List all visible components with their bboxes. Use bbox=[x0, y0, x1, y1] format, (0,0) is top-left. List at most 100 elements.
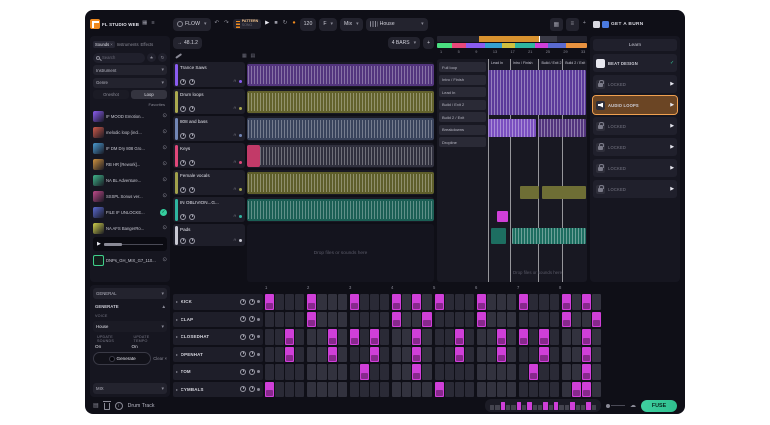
step-cell[interactable] bbox=[285, 294, 294, 310]
add-to-project-icon[interactable]: ⊙ bbox=[162, 193, 167, 199]
step-cell[interactable] bbox=[265, 347, 274, 363]
star-button[interactable]: ★ bbox=[147, 53, 156, 62]
song-minimap[interactable] bbox=[437, 36, 587, 48]
step-cell[interactable] bbox=[592, 294, 601, 310]
step-cell[interactable] bbox=[477, 312, 486, 328]
step-cell[interactable] bbox=[360, 312, 369, 328]
audio-clip[interactable] bbox=[247, 91, 434, 113]
step-cell[interactable] bbox=[562, 329, 571, 345]
track-header[interactable]: Drum loops ∩ bbox=[173, 89, 245, 114]
step-cell[interactable] bbox=[487, 294, 496, 310]
play-icon[interactable]: ▶ bbox=[670, 145, 674, 150]
step-cell[interactable] bbox=[350, 347, 359, 363]
meter-icon[interactable]: ≡ bbox=[150, 21, 155, 27]
volume-knob[interactable] bbox=[249, 334, 255, 340]
step-cell[interactable] bbox=[275, 312, 284, 328]
piano-key[interactable] bbox=[522, 405, 526, 410]
section-chip[interactable]: Build / Exit 2 bbox=[439, 100, 486, 110]
step-cell[interactable] bbox=[435, 312, 444, 328]
step-cell[interactable] bbox=[455, 329, 464, 345]
layout-icon[interactable]: ▤ bbox=[93, 403, 99, 409]
pan-knob[interactable] bbox=[180, 79, 186, 85]
step-cell[interactable] bbox=[562, 347, 571, 363]
play-icon[interactable]: ▶ bbox=[670, 124, 674, 129]
step-cell[interactable] bbox=[265, 312, 274, 328]
step-cell[interactable] bbox=[497, 364, 506, 380]
step-cell[interactable] bbox=[529, 382, 538, 398]
step-cell[interactable] bbox=[507, 294, 516, 310]
genre-filter[interactable]: Genre ▾ bbox=[93, 78, 167, 88]
track-header[interactable]: Female vocals ∩ bbox=[173, 170, 245, 195]
expand-row-icon[interactable]: ▸ bbox=[176, 369, 178, 374]
add-to-project-icon[interactable]: ⊙ bbox=[162, 161, 167, 167]
step-cell[interactable] bbox=[317, 294, 326, 310]
pan-knob[interactable] bbox=[240, 334, 246, 340]
step-cell[interactable] bbox=[477, 382, 486, 398]
step-cell[interactable] bbox=[295, 329, 304, 345]
pan-knob[interactable] bbox=[180, 106, 186, 112]
add-to-project-icon[interactable]: ⊙ bbox=[162, 177, 167, 183]
step-cell[interactable] bbox=[370, 312, 379, 328]
learn-item[interactable]: LOCKED▶ bbox=[593, 117, 677, 135]
step-cell[interactable] bbox=[550, 329, 559, 345]
step-cell[interactable] bbox=[317, 364, 326, 380]
arrangement-clip[interactable] bbox=[542, 186, 586, 199]
arrangement-clip[interactable] bbox=[497, 211, 508, 222]
bars-select[interactable]: 4 BARS ▾ bbox=[388, 37, 420, 49]
pan-knob[interactable] bbox=[180, 187, 186, 193]
mute-dot[interactable] bbox=[257, 335, 260, 338]
step-cell[interactable] bbox=[275, 382, 284, 398]
step-cell[interactable] bbox=[465, 294, 474, 310]
tab-effects[interactable]: Effects bbox=[141, 42, 154, 47]
sound-item[interactable]: IF DM Dry 808 Gro...⊙ bbox=[93, 141, 167, 155]
expand-row-icon[interactable]: ▸ bbox=[176, 352, 178, 357]
step-cell[interactable] bbox=[582, 382, 591, 398]
step-cell[interactable] bbox=[497, 294, 506, 310]
piano-key[interactable] bbox=[495, 405, 499, 410]
headphones-icon[interactable]: ∩ bbox=[233, 106, 236, 111]
step-cell[interactable] bbox=[562, 382, 571, 398]
step-cell[interactable] bbox=[562, 364, 571, 380]
step-cell[interactable] bbox=[592, 364, 601, 380]
step-cell[interactable] bbox=[582, 294, 591, 310]
step-cell[interactable] bbox=[317, 347, 326, 363]
arrangement-clip[interactable] bbox=[488, 70, 586, 115]
step-cell[interactable] bbox=[328, 294, 337, 310]
piano-key[interactable] bbox=[570, 402, 574, 410]
step-cell[interactable] bbox=[307, 312, 316, 328]
step-cell[interactable] bbox=[539, 382, 548, 398]
piano-key[interactable] bbox=[506, 405, 510, 410]
step-cell[interactable] bbox=[455, 312, 464, 328]
volume-knob[interactable] bbox=[189, 160, 195, 166]
volume-knob[interactable] bbox=[189, 238, 195, 244]
tab-sounds[interactable]: Sounds × bbox=[93, 41, 115, 48]
step-cell[interactable] bbox=[539, 329, 548, 345]
step-cell[interactable] bbox=[380, 347, 389, 363]
play-icon[interactable]: ▶ bbox=[97, 241, 101, 247]
play-icon[interactable]: ▶ bbox=[670, 166, 674, 171]
step-cell[interactable] bbox=[422, 364, 431, 380]
step-cell[interactable] bbox=[370, 294, 379, 310]
step-cell[interactable] bbox=[285, 382, 294, 398]
step-cell[interactable] bbox=[539, 312, 548, 328]
song-label[interactable]: SONG bbox=[242, 24, 258, 28]
pattern-song-toggle[interactable]: PATTERN SONG bbox=[233, 19, 261, 29]
step-cell[interactable] bbox=[285, 329, 294, 345]
step-cell[interactable] bbox=[572, 347, 581, 363]
arrangement-grid[interactable]: Full loopIntro / FinishLead InBuild / Ex… bbox=[437, 59, 587, 282]
step-cell[interactable] bbox=[519, 364, 528, 380]
volume-knob[interactable] bbox=[249, 316, 255, 322]
sequencer-track-label[interactable]: ▸ CLOSEDHAT bbox=[173, 329, 263, 345]
headphones-icon[interactable]: ∩ bbox=[233, 214, 236, 219]
step-cell[interactable] bbox=[497, 382, 506, 398]
piano-key[interactable] bbox=[490, 405, 494, 410]
step-cell[interactable] bbox=[338, 312, 347, 328]
volume-knob[interactable] bbox=[189, 187, 195, 193]
record-button[interactable]: ● bbox=[291, 21, 296, 27]
sound-item[interactable]: DNPs_GH_MIX_G7_110...⊙ bbox=[93, 253, 167, 267]
step-cell[interactable] bbox=[412, 312, 421, 328]
step-cell[interactable] bbox=[307, 347, 316, 363]
redo-icon[interactable]: ↷ bbox=[223, 21, 230, 27]
step-cell[interactable] bbox=[422, 312, 431, 328]
step-cell[interactable] bbox=[338, 329, 347, 345]
